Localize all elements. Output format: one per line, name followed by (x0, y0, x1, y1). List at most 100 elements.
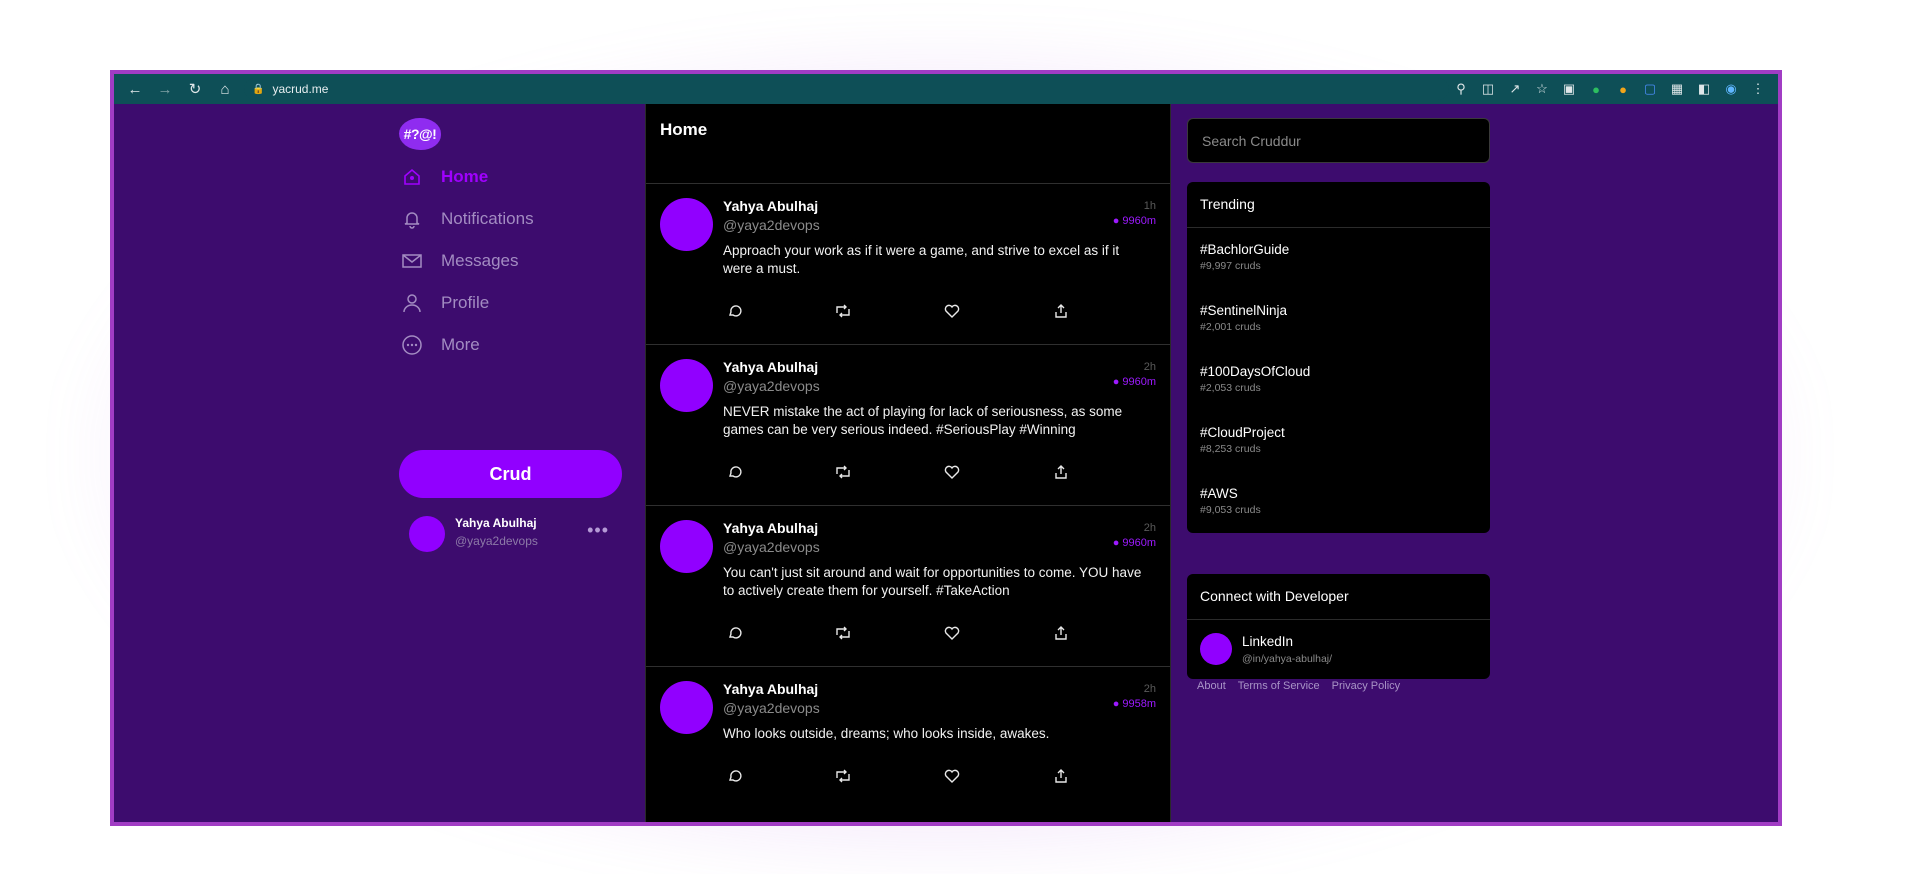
share-post-icon[interactable] (1052, 302, 1070, 320)
search-input[interactable] (1187, 118, 1490, 163)
repost-icon[interactable] (834, 302, 852, 320)
trend-tag: #100DaysOfCloud (1200, 364, 1311, 379)
avatar (409, 516, 445, 552)
repost-icon[interactable] (834, 767, 852, 785)
post-author-handle[interactable]: @yaya2devops (723, 539, 820, 555)
developer-link[interactable]: LinkedIn @in/yahya-abulhaj/ (1187, 620, 1490, 679)
trend-item[interactable]: #CloudProject #8,253 cruds (1187, 411, 1490, 472)
avatar[interactable] (660, 520, 713, 573)
post[interactable]: Yahya Abulhaj @yaya2devops 2h ● 9960m NEV… (646, 345, 1170, 506)
sidebar-item-messages[interactable]: Messages (399, 246, 518, 276)
repost-icon[interactable] (834, 463, 852, 481)
post-author-name[interactable]: Yahya Abulhaj (723, 359, 818, 375)
trend-count: #2,001 cruds (1200, 321, 1261, 333)
reply-icon[interactable] (726, 302, 744, 320)
avatar[interactable] (660, 198, 713, 251)
profile-avatar-icon[interactable]: ◉ (1719, 78, 1743, 100)
reload-icon[interactable]: ↻ (182, 78, 208, 100)
connect-title: Connect with Developer (1187, 574, 1490, 620)
post[interactable]: Yahya Abulhaj @yaya2devops 2h ● 9960m You… (646, 506, 1170, 667)
sidebar-item-home[interactable]: Home (399, 162, 488, 192)
trend-item[interactable]: #BachlorGuide #9,997 cruds (1187, 228, 1490, 289)
kebab-menu-icon[interactable]: ⋮ (1746, 78, 1770, 100)
developer-link-handle: @in/yahya-abulhaj/ (1242, 653, 1333, 665)
about-link[interactable]: About (1197, 680, 1226, 692)
puzzle-icon[interactable]: ▦ (1665, 78, 1689, 100)
trending-panel: Trending #BachlorGuide #9,997 cruds #Sen… (1187, 182, 1490, 533)
window-icon[interactable]: ▢ (1638, 78, 1662, 100)
post-time: 2h (1143, 522, 1156, 534)
post-distance: ● 9958m (1113, 698, 1156, 710)
trend-count: #9,053 cruds (1200, 504, 1261, 516)
post[interactable]: Yahya Abulhaj @yaya2devops 1h ● 9960m App… (646, 184, 1170, 345)
user-handle: @yaya2devops (455, 534, 538, 548)
post-author-name[interactable]: Yahya Abulhaj (723, 520, 818, 536)
key-icon[interactable]: ⚲ (1449, 78, 1473, 100)
like-icon[interactable] (943, 302, 961, 320)
reply-icon[interactable] (726, 624, 744, 642)
share-post-icon[interactable] (1052, 463, 1070, 481)
post-author-handle[interactable]: @yaya2devops (723, 217, 820, 233)
post-distance-value: 9960m (1122, 537, 1156, 549)
like-icon[interactable] (943, 624, 961, 642)
post-distance: ● 9960m (1113, 537, 1156, 549)
trend-item[interactable]: #SentinelNinja #2,001 cruds (1187, 289, 1490, 350)
avatar[interactable] (660, 359, 713, 412)
translate-icon[interactable]: ◫ (1476, 78, 1500, 100)
post-distance-value: 9960m (1122, 215, 1156, 227)
page-title: Home (660, 120, 708, 139)
trend-item[interactable]: #100DaysOfCloud #2,053 cruds (1187, 350, 1490, 411)
browser-extensions: ⚲ ◫ ↗ ☆ ▣ ● ● ▢ ▦ ◧ ◉ ⋮ (1449, 78, 1770, 100)
like-icon[interactable] (943, 463, 961, 481)
bomb-icon: ● (1112, 376, 1120, 388)
like-icon[interactable] (943, 767, 961, 785)
share-icon[interactable]: ↗ (1503, 78, 1527, 100)
post-author-name[interactable]: Yahya Abulhaj (723, 681, 818, 697)
sidebar-item-notifications[interactable]: Notifications (399, 204, 534, 234)
trending-title: Trending (1187, 182, 1490, 228)
sidebar-item-profile[interactable]: Profile (399, 288, 489, 318)
post-text: NEVER mistake the act of playing for lac… (723, 404, 1123, 437)
terms-link[interactable]: Terms of Service (1238, 680, 1320, 692)
developer-link-name: LinkedIn (1242, 634, 1294, 649)
forward-icon[interactable]: → (152, 78, 178, 100)
avatar[interactable] (660, 681, 713, 734)
browser-nav: ← → ↻ ⌂ (122, 78, 238, 100)
evernote-icon[interactable]: ● (1584, 78, 1608, 100)
post-author-handle[interactable]: @yaya2devops (723, 378, 820, 394)
trend-count: #2,053 cruds (1200, 382, 1261, 394)
reply-icon[interactable] (726, 767, 744, 785)
sidebar-icon[interactable]: ◧ (1692, 78, 1716, 100)
more-options-icon[interactable]: ••• (587, 520, 609, 541)
post-time: 2h (1143, 361, 1156, 373)
privacy-link[interactable]: Privacy Policy (1332, 680, 1400, 692)
bomb-icon: ● (1112, 537, 1120, 549)
post-text: Who looks outside, dreams; who looks ins… (723, 726, 1050, 741)
post-time: 1h (1143, 200, 1156, 212)
current-user-card[interactable]: Yahya Abulhaj @yaya2devops ••• (409, 512, 619, 552)
screenshot-icon[interactable]: ▣ (1557, 78, 1581, 100)
reply-icon[interactable] (726, 463, 744, 481)
share-post-icon[interactable] (1052, 624, 1070, 642)
sidebar-item-more[interactable]: More (399, 330, 480, 360)
sidebar-item-label: Notifications (441, 209, 534, 228)
crud-button[interactable]: Crud (399, 450, 622, 498)
app-logo[interactable]: #?@! (399, 118, 441, 150)
post-time: 2h (1143, 683, 1156, 695)
sidebar-item-label: Profile (441, 293, 490, 312)
repost-icon[interactable] (834, 624, 852, 642)
post-author-handle[interactable]: @yaya2devops (723, 700, 820, 716)
post[interactable]: Yahya Abulhaj @yaya2devops 2h ● 9958m Who… (646, 667, 1170, 827)
mail-icon (399, 248, 425, 274)
share-post-icon[interactable] (1052, 767, 1070, 785)
grammarly-icon[interactable]: ● (1611, 78, 1635, 100)
bomb-icon: ● (1112, 215, 1120, 227)
trend-tag: #BachlorGuide (1200, 242, 1290, 257)
footer-links: About Terms of Service Privacy Policy (1197, 680, 1400, 692)
post-author-name[interactable]: Yahya Abulhaj (723, 198, 818, 214)
trend-item[interactable]: #AWS #9,053 cruds (1187, 472, 1490, 533)
address-bar[interactable]: 🔒 yacrud.me (244, 78, 1449, 100)
star-icon[interactable]: ☆ (1530, 78, 1554, 100)
back-icon[interactable]: ← (122, 78, 148, 100)
home-browser-icon[interactable]: ⌂ (212, 78, 238, 100)
